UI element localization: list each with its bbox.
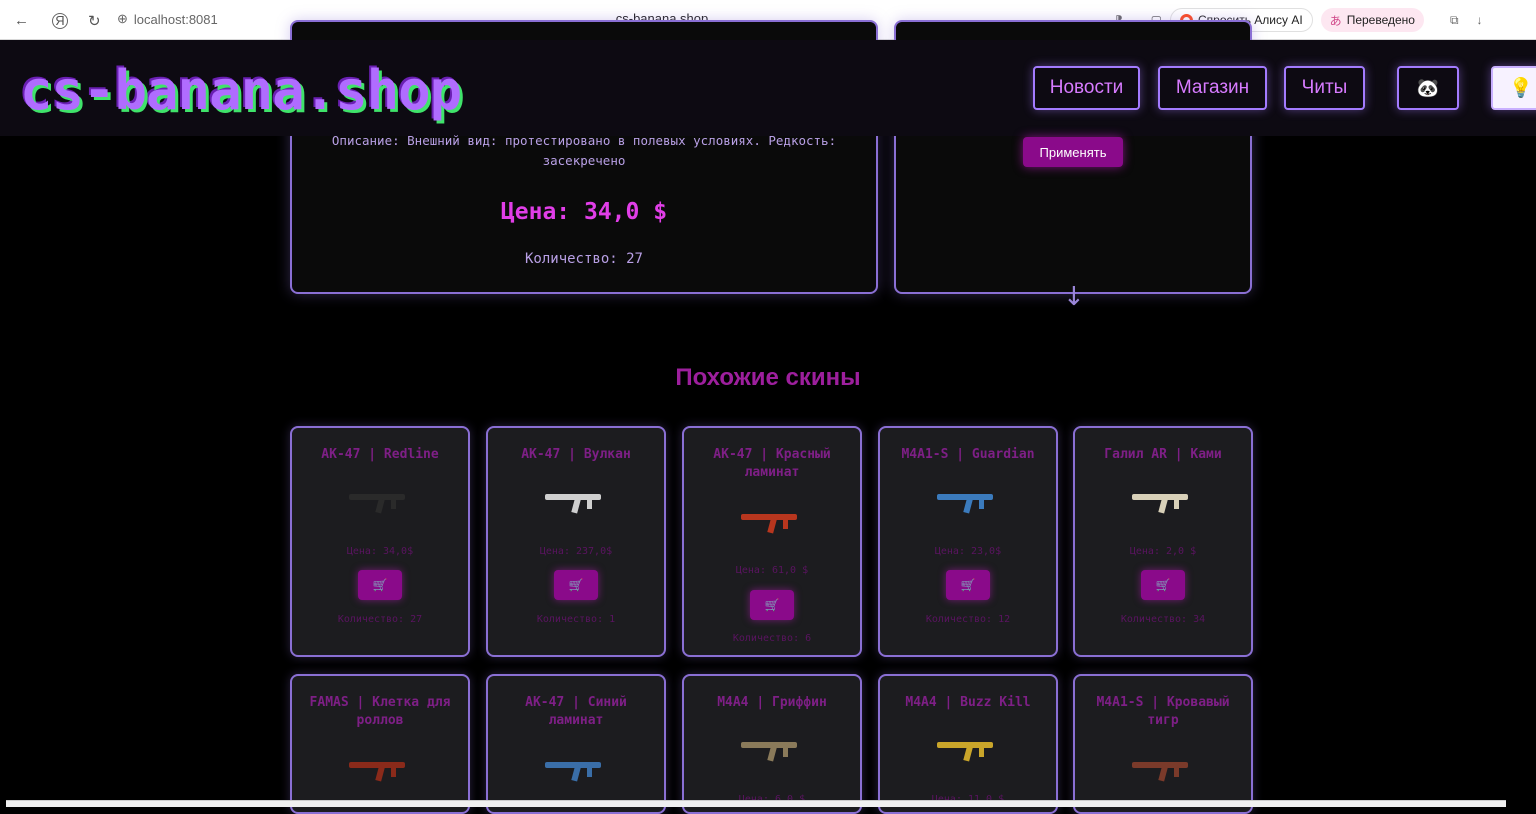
weapon-image xyxy=(937,742,993,762)
skin-quantity: Количество: 1 xyxy=(536,614,616,625)
skin-price: Цена: 61,0 $ xyxy=(735,565,809,576)
skin-name: Галил AR | Ками xyxy=(1104,447,1222,462)
reader-icon[interactable]: ⧉ xyxy=(1450,13,1459,28)
skin-name: M4A4 | Гриффин xyxy=(717,695,827,710)
weapon-image xyxy=(349,762,405,782)
site-logo[interactable]: cs-banana.shop xyxy=(20,64,462,118)
translated-label: Переведено xyxy=(1346,13,1415,27)
avatar-icon: 🐼 xyxy=(1416,77,1440,98)
weapon-image xyxy=(1132,762,1188,782)
cart-icon: 🛒 xyxy=(960,578,976,592)
weapon-image xyxy=(545,762,601,782)
skin-price: Цена: 23,0$ xyxy=(934,546,1002,557)
weapon-image xyxy=(1132,494,1188,514)
lightbulb-icon: 💡 xyxy=(1509,78,1533,99)
skin-card[interactable]: AK-47 | Синий ламинат xyxy=(486,674,666,814)
skin-quantity: Количество: 27 xyxy=(337,614,423,625)
cart-icon: 🛒 xyxy=(1155,578,1171,592)
add-to-cart-button[interactable]: 🛒 xyxy=(554,570,598,600)
skin-card[interactable]: Галил AR | Ками Цена: 2,0 $ 🛒 Количество… xyxy=(1073,426,1253,657)
skin-name: AK-47 | Красный ламинат xyxy=(713,447,831,480)
skin-card[interactable]: M4A4 | Гриффин Цена: 6,0 $ xyxy=(682,674,862,814)
skin-name: AK-47 | Redline xyxy=(321,447,439,462)
skin-name: FAMAS | Клетка для роллов xyxy=(309,695,451,728)
skin-quantity: Количество: 12 xyxy=(925,614,1011,625)
translate-badge-icon: あ xyxy=(1329,13,1342,28)
weapon-image xyxy=(937,494,993,514)
download-icon[interactable]: ↓ xyxy=(1477,13,1483,27)
skin-card[interactable]: AK-47 | Вулкан Цена: 237,0$ 🛒 Количество… xyxy=(486,426,666,657)
weapon-image xyxy=(741,514,797,534)
translated-button[interactable]: あ Переведено xyxy=(1320,8,1424,32)
product-price: Цена: 34,0 $ xyxy=(500,199,668,225)
cart-icon: 🛒 xyxy=(372,578,388,592)
skin-card[interactable]: M4A1-S | Кровавый тигр xyxy=(1073,674,1253,814)
nav-shop[interactable]: Магазин xyxy=(1158,66,1267,110)
skin-name: M4A1-S | Кровавый тигр xyxy=(1096,695,1230,728)
site-header: cs-banana.shop Новости Магазин Читы 🐼 💡 xyxy=(0,40,1536,136)
nav-news[interactable]: Новости xyxy=(1033,66,1140,110)
add-to-cart-button[interactable]: 🛒 xyxy=(1141,570,1185,600)
cart-icon: 🛒 xyxy=(568,578,584,592)
add-to-cart-button[interactable]: 🛒 xyxy=(358,570,402,600)
skin-name: AK-47 | Вулкан xyxy=(521,447,631,462)
skin-card[interactable]: M4A4 | Buzz Kill Цена: 11,0 $ xyxy=(878,674,1058,814)
weapon-image xyxy=(741,742,797,762)
product-quantity: Количество: 27 xyxy=(524,251,643,267)
cart-icon: 🛒 xyxy=(764,598,780,612)
avatar-button[interactable]: 🐼 xyxy=(1397,66,1459,110)
arrow-down-icon: ↓ xyxy=(1063,282,1085,312)
skin-price: Цена: 34,0$ xyxy=(346,546,414,557)
skin-quantity: Количество: 6 xyxy=(732,633,812,644)
skin-quantity: Количество: 34 xyxy=(1120,614,1206,625)
skin-name: AK-47 | Синий ламинат xyxy=(525,695,627,728)
skin-name: M4A1-S | Guardian xyxy=(901,447,1035,462)
nav-cheats[interactable]: Читы xyxy=(1284,66,1365,110)
add-to-cart-button[interactable]: 🛒 xyxy=(946,570,990,600)
similar-skins-title: Похожие скины xyxy=(675,364,861,391)
add-to-cart-button[interactable]: 🛒 xyxy=(750,590,794,620)
skin-card[interactable]: M4A1-S | Guardian Цена: 23,0$ 🛒 Количест… xyxy=(878,426,1058,657)
skin-card[interactable]: AK-47 | Redline Цена: 34,0$ 🛒 Количество… xyxy=(290,426,470,657)
product-description: Описание: Внешний вид: протестировано в … xyxy=(331,133,837,168)
apply-button[interactable]: Применять xyxy=(1023,137,1123,167)
skin-price: Цена: 2,0 $ xyxy=(1129,546,1197,557)
weapon-image xyxy=(349,494,405,514)
theme-toggle[interactable]: 💡 xyxy=(1491,66,1536,110)
weapon-image xyxy=(545,494,601,514)
skin-card[interactable]: FAMAS | Клетка для роллов xyxy=(290,674,470,814)
skin-price: Цена: 237,0$ xyxy=(539,546,613,557)
skin-name: M4A4 | Buzz Kill xyxy=(905,695,1031,710)
skin-card[interactable]: AK-47 | Красный ламинат Цена: 61,0 $ 🛒 К… xyxy=(682,426,862,657)
